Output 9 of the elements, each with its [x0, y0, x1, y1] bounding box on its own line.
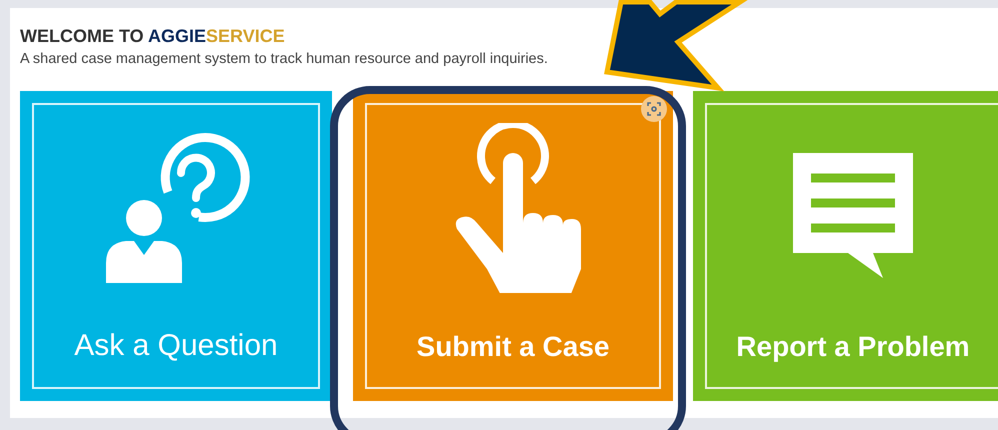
tile-label: Ask a Question — [74, 329, 278, 363]
tile-button[interactable]: Report a Problem — [693, 91, 998, 401]
tile-label: Submit a Case — [416, 331, 610, 363]
screenshot-lens-icon[interactable] — [641, 96, 667, 122]
welcome-title: WELCOME TO AGGIESERVICE — [20, 26, 285, 47]
tile-button[interactable]: Submit a Case — [353, 91, 673, 401]
subtitle-text: A shared case management system to track human resource and payroll inquiries. — [20, 51, 548, 67]
tile-label: Report a Problem — [736, 331, 970, 363]
tile-button[interactable]: Ask a Question — [20, 91, 332, 401]
